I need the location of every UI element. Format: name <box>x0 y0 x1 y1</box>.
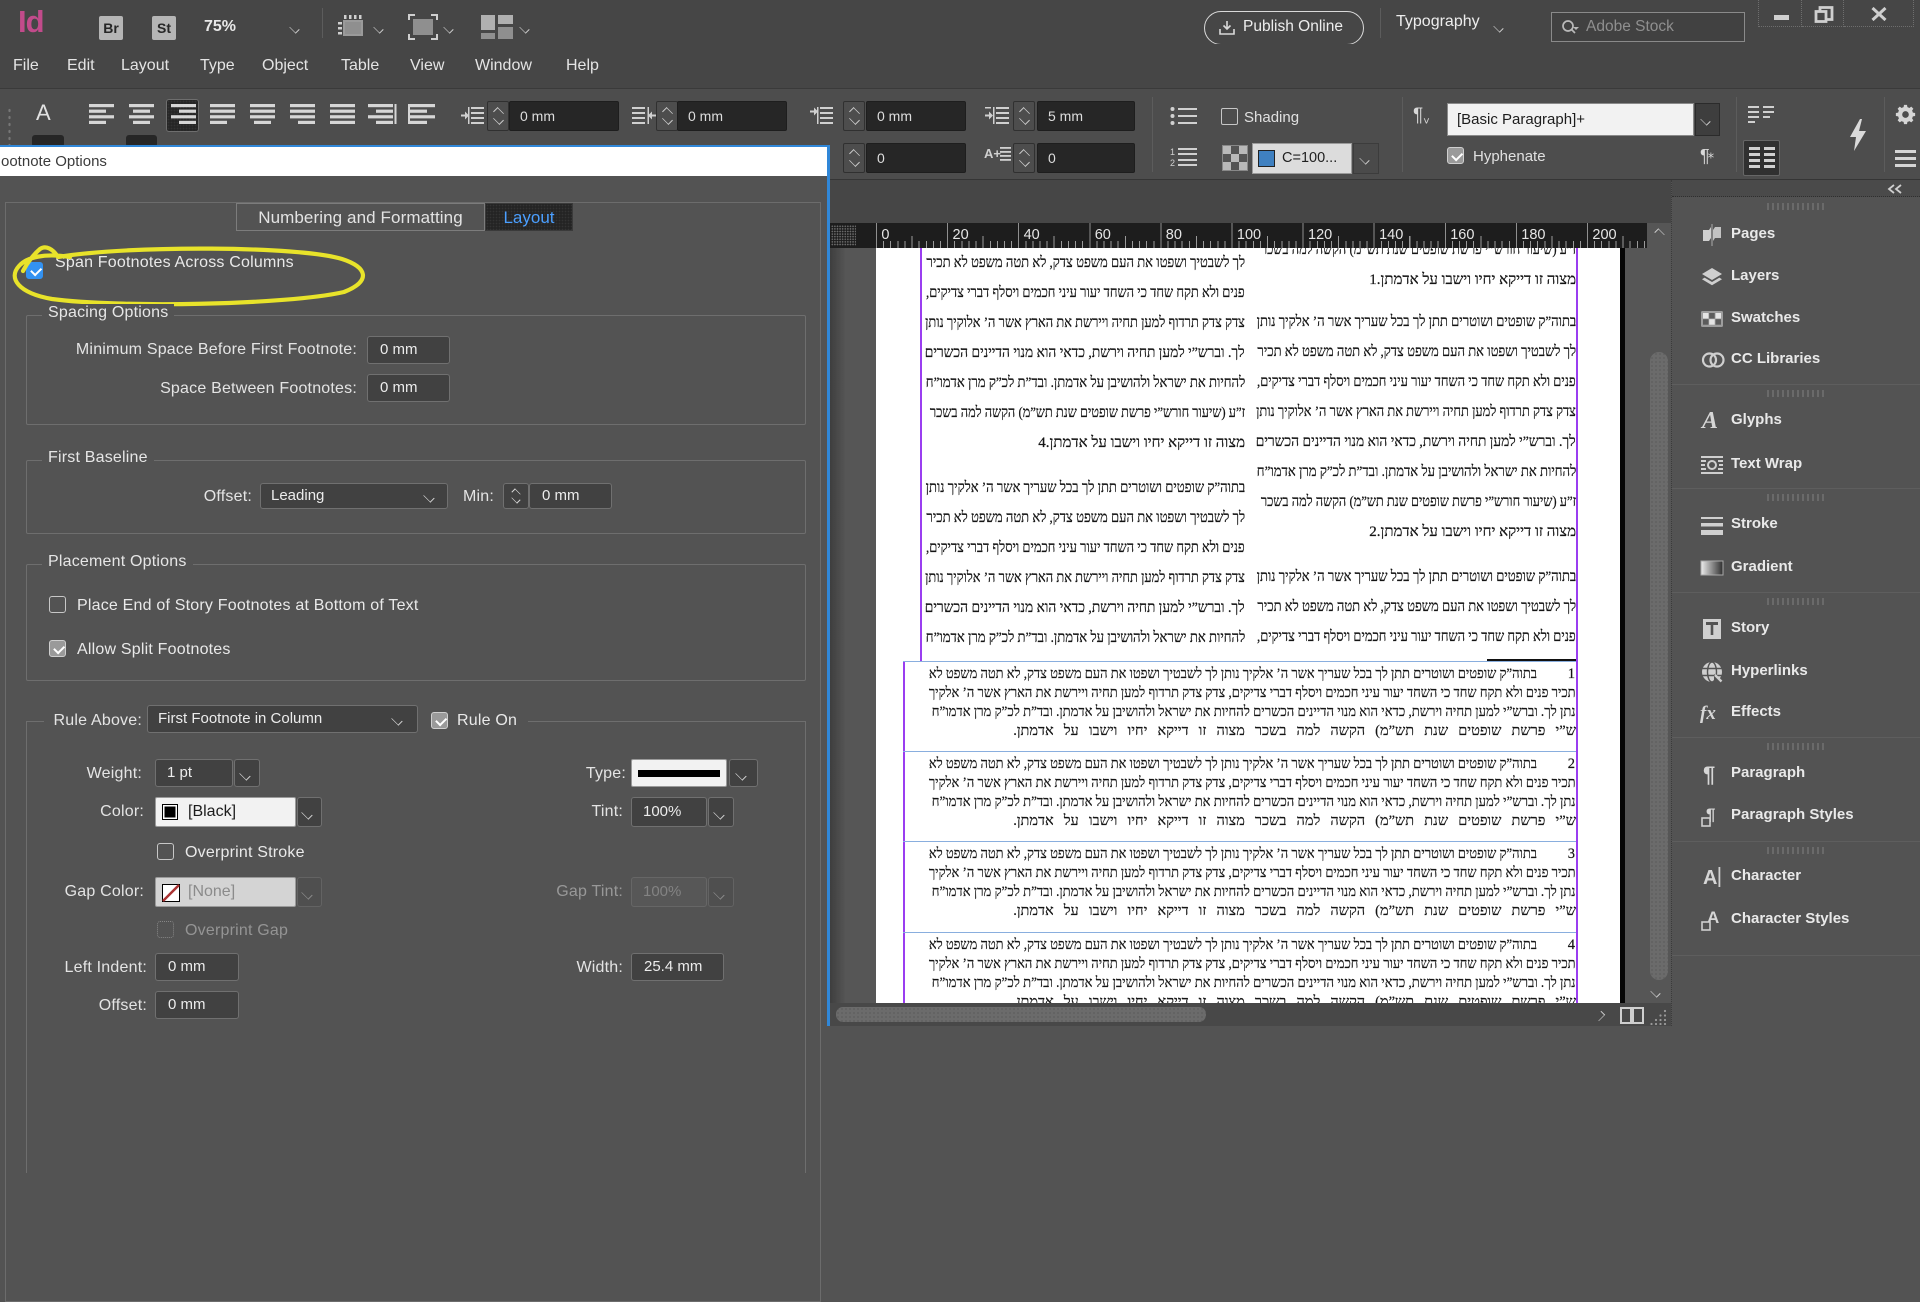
svg-text:A+: A+ <box>984 146 1001 161</box>
svg-text:fx: fx <box>1700 703 1716 724</box>
svg-text:¶: ¶ <box>1703 762 1715 786</box>
svg-text:2: 2 <box>1170 158 1175 167</box>
svg-text:1: 1 <box>1170 147 1175 157</box>
svg-text:A: A <box>1700 409 1718 433</box>
svg-text:A: A <box>1703 867 1717 889</box>
